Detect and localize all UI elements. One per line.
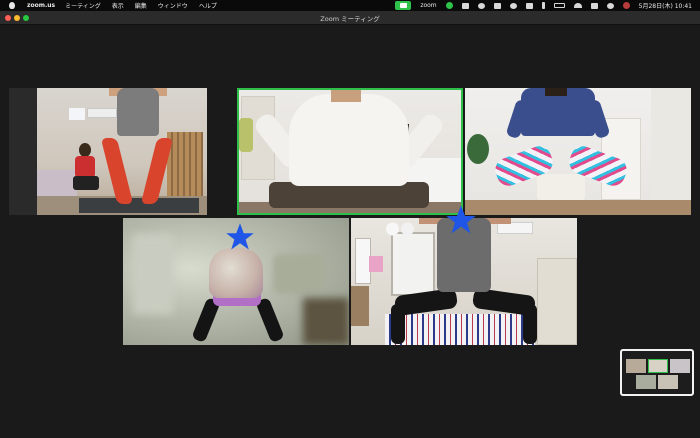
status-area: zoom 5月28日(木) 10:41 xyxy=(395,0,692,11)
star-icon xyxy=(446,205,476,234)
floor xyxy=(465,200,691,215)
plant xyxy=(467,134,489,164)
app-menu-zoom-us[interactable]: zoom.us xyxy=(27,2,55,9)
child-head xyxy=(79,143,91,157)
video-camera-icon[interactable] xyxy=(395,1,412,10)
adult-shirt xyxy=(117,88,159,136)
checkered-bench xyxy=(385,314,535,345)
video-tile-participant-1[interactable] xyxy=(9,88,207,215)
menu-edit[interactable]: 編集 xyxy=(135,1,147,10)
video-tile-participant-3[interactable] xyxy=(465,88,691,215)
window-title-bar: Zoom ミーティング xyxy=(0,11,700,25)
child-legs xyxy=(73,176,99,190)
search-icon[interactable] xyxy=(606,2,614,9)
thumb-tile-5 xyxy=(658,375,678,389)
basket xyxy=(351,286,369,326)
chair xyxy=(239,118,253,152)
menubar-clock[interactable]: 5月28日(木) 10:41 xyxy=(639,1,692,10)
menu-window[interactable]: ウィンドウ xyxy=(158,1,188,10)
control-center-icon[interactable] xyxy=(590,2,598,9)
door xyxy=(651,88,691,215)
apple-icon[interactable] xyxy=(9,2,15,9)
chest-of-drawers xyxy=(537,258,577,345)
bluetooth-icon[interactable] xyxy=(541,2,545,9)
blurred-frame xyxy=(273,254,325,294)
poster xyxy=(369,256,383,272)
star-icon xyxy=(226,223,254,250)
yoga-mat xyxy=(79,198,199,213)
window-title: Zoom ミーティング xyxy=(320,15,380,23)
video-tile-participant-5[interactable] xyxy=(351,218,577,345)
large-window xyxy=(391,232,435,296)
input-source-icon[interactable] xyxy=(622,2,630,9)
line-icon[interactable] xyxy=(445,2,453,9)
blurred-furniture xyxy=(303,298,349,345)
wooden-door xyxy=(167,132,203,204)
menu-bar: zoom.us ミーティング 表示 編集 ウィンドウ ヘルプ zoom 5月28… xyxy=(0,0,700,11)
thumb-tile-2 xyxy=(648,359,668,373)
thumb-tile-3 xyxy=(670,359,690,373)
bed xyxy=(37,170,77,196)
air-conditioner xyxy=(87,108,117,118)
thumb-tile-4 xyxy=(636,375,656,389)
screenshot-icon[interactable] xyxy=(525,2,533,9)
room-window xyxy=(69,108,85,120)
battery-icon[interactable] xyxy=(553,3,565,8)
video-tile-active-speaker[interactable] xyxy=(237,88,463,215)
zoom-status-label[interactable]: zoom xyxy=(420,2,436,9)
self-view-thumbnail[interactable] xyxy=(620,349,694,396)
wifi-icon[interactable] xyxy=(573,3,582,8)
participant-shirt xyxy=(209,248,263,298)
blurred-window xyxy=(133,234,173,314)
participant-hair xyxy=(545,88,567,96)
child-body xyxy=(75,156,95,178)
participant-neck xyxy=(331,90,361,102)
participant-shirt xyxy=(289,94,409,186)
record-icon[interactable] xyxy=(509,2,517,9)
ceiling-lamps xyxy=(385,222,415,236)
menu-help[interactable]: ヘルプ xyxy=(199,1,217,10)
clock-icon[interactable] xyxy=(477,2,485,9)
volume-icon[interactable] xyxy=(493,2,501,9)
cloud-icon[interactable] xyxy=(461,2,469,9)
thumb-tile-1 xyxy=(626,359,646,373)
menu-meeting[interactable]: ミーティング xyxy=(65,1,101,10)
menu-view[interactable]: 表示 xyxy=(112,1,124,10)
stool xyxy=(537,174,585,200)
